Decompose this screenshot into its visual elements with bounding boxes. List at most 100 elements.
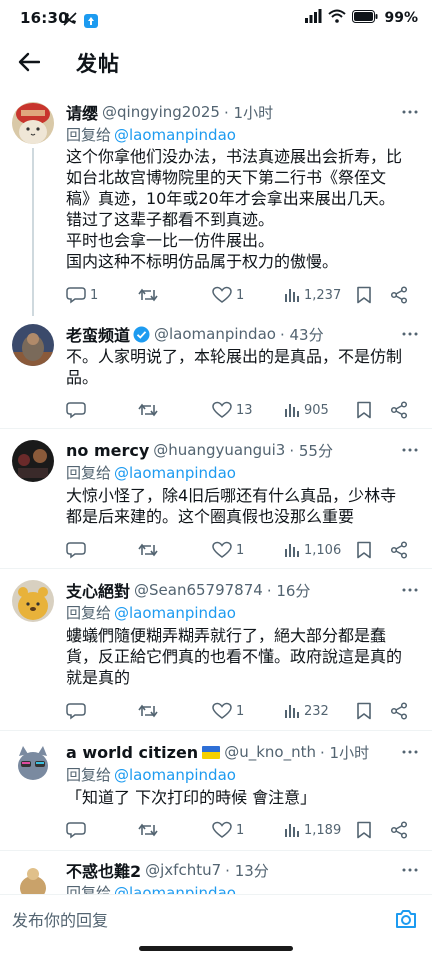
author-name[interactable]: no mercy (66, 441, 149, 460)
mention-link[interactable]: @laomanpindao (114, 884, 236, 894)
header: 发帖 (0, 36, 432, 88)
app-notification-icon (84, 14, 98, 28)
reply-button[interactable] (66, 541, 90, 559)
back-arrow-icon (18, 52, 40, 72)
like-button[interactable]: 1 (212, 541, 244, 559)
back-button[interactable] (14, 48, 44, 76)
post-time: · 43分 (279, 325, 324, 344)
views-button[interactable]: 1,189 (284, 822, 341, 838)
bookmark-button[interactable] (356, 702, 372, 720)
mention-link[interactable]: @laomanpindao (114, 604, 236, 622)
bookmark-button[interactable] (356, 541, 372, 559)
avatar[interactable] (12, 440, 54, 482)
views-icon (285, 705, 299, 718)
more-options-icon[interactable] (400, 440, 420, 460)
more-options-icon[interactable] (400, 580, 420, 600)
reply-text: 这个你拿他们没办法，书法真迹展出会折寿，比 如台北故宫博物院里的天下第二行书《祭… (66, 146, 418, 272)
mention-link[interactable]: @laomanpindao (114, 464, 236, 482)
mention-link[interactable]: @laomanpindao (114, 126, 236, 144)
reply-to: 回复给 @laomanpindao (66, 124, 236, 145)
like-count: 1 (236, 703, 245, 719)
author-handle[interactable]: @qingying2025 (102, 103, 220, 121)
like-count: 1 (236, 542, 245, 558)
retweet-icon (138, 288, 158, 302)
reply-header: 不惑也難2 @jxfchtu7 · 13分 (66, 858, 422, 882)
heart-icon (212, 821, 232, 838)
reply-item[interactable]: a world citizen @u_kno_nth · 1小时 回复给 @lao… (0, 740, 432, 850)
view-count: 905 (304, 402, 329, 418)
ukraine-flag-icon (202, 745, 221, 759)
author-name[interactable]: 支心絕對 (66, 578, 130, 602)
author-handle[interactable]: @Sean65797874 (134, 581, 263, 599)
retweet-button[interactable] (138, 541, 162, 559)
view-count: 232 (304, 703, 329, 719)
reply-item[interactable]: no mercy @huangyuangui3 · 55分 回复给 @laoman… (0, 438, 432, 568)
retweet-button[interactable] (138, 401, 162, 419)
reply-button[interactable] (66, 401, 90, 419)
comment-icon (66, 402, 86, 419)
action-bar: 1 1,189 (66, 818, 418, 842)
share-button[interactable] (390, 702, 408, 720)
author-handle[interactable]: @u_kno_nth (224, 743, 316, 761)
reply-to: 回复给 @laomanpindao (66, 602, 236, 623)
reply-input[interactable]: 发布你的回复 (12, 907, 108, 931)
reply-item[interactable]: 支心絕對 @Sean65797874 · 16分 回复给 @laomanpinda… (0, 578, 432, 728)
author-name[interactable]: a world citizen (66, 743, 198, 762)
camera-button[interactable] (394, 907, 418, 931)
reply-line: 貨，反正給它們真的也看不懂。政府說這是真的 (66, 647, 403, 666)
home-indicator (139, 946, 293, 951)
like-button[interactable]: 1 (212, 286, 244, 304)
reply-item[interactable]: 老蛮频道 @laomanpindao · 43分 不。人家明说了，本轮展出的是真… (0, 322, 432, 432)
share-button[interactable] (390, 541, 408, 559)
reply-feed[interactable]: 请缨 @qingying2025 · 1小时 回复给 @laomanpindao … (0, 88, 432, 894)
more-options-icon[interactable] (400, 742, 420, 762)
reply-item[interactable]: 请缨 @qingying2025 · 1小时 回复给 @laomanpindao … (0, 100, 432, 316)
reply-button[interactable] (66, 702, 90, 720)
share-button[interactable] (390, 286, 408, 304)
reply-button[interactable]: 1 (66, 286, 98, 304)
views-button[interactable]: 905 (284, 402, 329, 418)
avatar[interactable] (12, 324, 54, 366)
bookmark-button[interactable] (356, 401, 372, 419)
retweet-button[interactable] (138, 821, 162, 839)
more-options-icon[interactable] (400, 102, 420, 122)
share-button[interactable] (390, 401, 408, 419)
battery-percent: 99% (384, 10, 418, 26)
author-name[interactable]: 不惑也難2 (66, 858, 141, 882)
bookmark-button[interactable] (356, 286, 372, 304)
like-count: 1 (236, 287, 245, 303)
avatar[interactable] (12, 580, 54, 622)
retweet-button[interactable] (138, 286, 162, 304)
mention-link[interactable]: @laomanpindao (114, 766, 236, 784)
share-button[interactable] (390, 821, 408, 839)
heart-icon (212, 286, 232, 303)
more-options-icon[interactable] (400, 860, 420, 880)
views-button[interactable]: 232 (284, 703, 329, 719)
reply-button[interactable] (66, 821, 90, 839)
retweet-button[interactable] (138, 702, 162, 720)
views-button[interactable]: 1,106 (284, 542, 341, 558)
reply-to-label: 回复给 (66, 884, 112, 894)
like-button[interactable]: 13 (212, 401, 253, 419)
author-handle[interactable]: @jxfchtu7 (145, 861, 221, 879)
avatar[interactable] (12, 742, 54, 784)
status-bar: 16:30 99% (0, 0, 432, 36)
author-name[interactable]: 老蛮频道 (66, 322, 130, 346)
bookmark-button[interactable] (356, 821, 372, 839)
author-handle[interactable]: @laomanpindao (154, 325, 276, 343)
avatar[interactable] (12, 860, 54, 894)
reply-item[interactable]: 不惑也難2 @jxfchtu7 · 13分 回复给 @laomanpindao (0, 858, 432, 894)
divider (0, 568, 432, 569)
reply-line: 就是真的 (66, 668, 131, 687)
like-button[interactable]: 1 (212, 702, 244, 720)
divider (0, 730, 432, 731)
avatar[interactable] (12, 102, 54, 144)
author-name[interactable]: 请缨 (66, 100, 98, 124)
author-handle[interactable]: @huangyuangui3 (153, 441, 285, 459)
comment-icon (66, 822, 86, 839)
views-button[interactable]: 1,237 (284, 287, 341, 303)
post-time: · 55分 (289, 441, 333, 460)
reply-line: 平时也会拿一比一仿件展出。 (66, 231, 275, 250)
like-button[interactable]: 1 (212, 821, 244, 839)
more-options-icon[interactable] (400, 324, 420, 344)
